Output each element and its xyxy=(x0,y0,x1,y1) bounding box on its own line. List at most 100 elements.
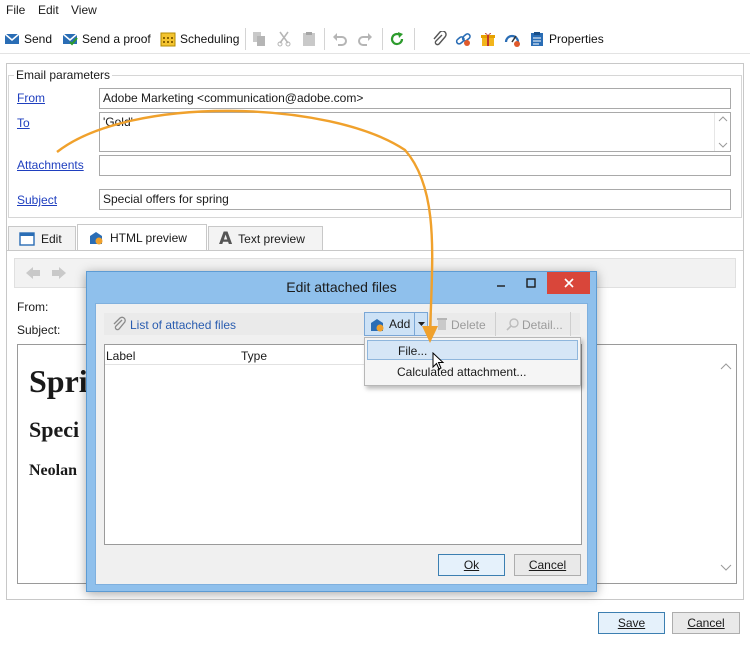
calendar-icon xyxy=(160,31,176,47)
menu-bar: File Edit View xyxy=(0,0,750,20)
back-arrow-icon[interactable] xyxy=(25,266,41,280)
from-link[interactable]: From xyxy=(17,91,45,105)
tab-text-preview-label: Text preview xyxy=(238,232,305,246)
tab-edit[interactable]: Edit xyxy=(8,226,76,251)
menu-edit[interactable]: Edit xyxy=(38,3,59,17)
magnifier-icon xyxy=(506,317,520,331)
paperclip-small-icon xyxy=(112,316,126,332)
envelope-icon xyxy=(4,31,20,47)
toolbar-separator xyxy=(495,312,496,336)
trash-icon xyxy=(436,317,448,331)
undo-icon xyxy=(332,31,348,47)
redo-button[interactable] xyxy=(357,28,373,50)
scissors-icon xyxy=(276,31,292,47)
tab-separator-line xyxy=(6,250,744,251)
column-label[interactable]: Label xyxy=(106,349,135,363)
subject-field[interactable]: Special offers for spring xyxy=(99,189,731,210)
to-field-value: 'Gold' xyxy=(103,115,133,129)
attachments-field[interactable] xyxy=(99,155,731,176)
ok-button-label: Ok xyxy=(463,558,480,572)
toolbar-separator xyxy=(570,312,571,336)
toolbar-separator xyxy=(324,28,325,50)
delete-button[interactable]: Delete xyxy=(451,318,486,332)
cut-button[interactable] xyxy=(276,28,292,50)
toolbar-separator xyxy=(414,28,415,50)
forward-arrow-icon[interactable] xyxy=(51,266,67,280)
clipboard-icon xyxy=(301,31,317,47)
add-dropdown-menu: File... Calculated attachment... xyxy=(364,337,581,386)
minimize-button[interactable] xyxy=(487,272,515,294)
from-field[interactable]: Adobe Marketing <communication@adobe.com… xyxy=(99,88,731,109)
analysis-button[interactable] xyxy=(504,28,520,50)
copy-button[interactable] xyxy=(251,28,267,50)
cancel-button-label: Cancel xyxy=(687,616,725,630)
text-font-icon: A xyxy=(219,229,233,249)
dialog-cancel-button[interactable]: Cancel xyxy=(514,554,581,576)
save-button-label: Save xyxy=(617,616,646,630)
close-button[interactable] xyxy=(547,272,590,294)
redo-icon xyxy=(357,31,373,47)
maximize-icon xyxy=(525,277,537,289)
refresh-button[interactable] xyxy=(389,28,405,50)
email-parameters-title: Email parameters xyxy=(14,68,113,82)
add-button-label: Add xyxy=(389,317,411,331)
menu-file[interactable]: File xyxy=(6,3,25,17)
properties-label: Properties xyxy=(549,32,604,46)
menu-item-calculated-attachment[interactable]: Calculated attachment... xyxy=(367,362,578,382)
clipboard-properties-icon xyxy=(529,31,545,47)
close-icon xyxy=(563,277,575,289)
mouse-cursor-icon xyxy=(432,352,445,370)
save-button[interactable]: Save xyxy=(598,612,665,634)
attach-button[interactable] xyxy=(431,28,447,50)
add-button[interactable]: Add xyxy=(364,312,428,336)
preview-heading-3: Neolan xyxy=(29,462,77,479)
to-link[interactable]: To xyxy=(17,116,30,130)
detail-button[interactable]: Detail... xyxy=(522,318,563,332)
tab-edit-label: Edit xyxy=(41,232,62,246)
to-field-scrollbar[interactable] xyxy=(714,113,730,151)
add-dropdown-arrow[interactable] xyxy=(414,313,427,335)
send-button[interactable]: Send xyxy=(4,28,52,50)
preview-heading-2: Speci xyxy=(29,417,80,442)
tab-html-preview-label: HTML preview xyxy=(110,231,187,245)
paperclip-icon xyxy=(431,31,447,47)
link-icon xyxy=(455,31,471,47)
toolbar-separator xyxy=(245,28,246,50)
undo-button[interactable] xyxy=(332,28,348,50)
gift-icon xyxy=(480,31,496,47)
offer-button[interactable] xyxy=(480,28,496,50)
preview-from-label: From: xyxy=(17,300,49,314)
send-proof-button[interactable]: Send a proof xyxy=(62,28,151,50)
menu-item-file[interactable]: File... xyxy=(367,340,578,360)
cancel-button[interactable]: Cancel xyxy=(672,612,740,634)
link-button[interactable] xyxy=(455,28,471,50)
scheduling-label: Scheduling xyxy=(180,32,240,46)
menu-view[interactable]: View xyxy=(71,3,97,17)
properties-button[interactable]: Properties xyxy=(529,28,604,50)
refresh-icon xyxy=(389,31,405,47)
toolbar-separator xyxy=(382,28,383,50)
preview-subject-label: Subject: xyxy=(17,323,61,337)
scheduling-button[interactable]: Scheduling xyxy=(160,28,239,50)
column-type[interactable]: Type xyxy=(241,349,267,363)
maximize-button[interactable] xyxy=(517,272,545,294)
minimize-icon xyxy=(495,277,507,289)
preview-scrollbar[interactable] xyxy=(716,345,736,583)
to-field[interactable]: 'Gold' xyxy=(99,112,731,152)
tab-text-preview[interactable]: A Text preview xyxy=(208,226,323,251)
paste-button[interactable] xyxy=(301,28,317,50)
attachments-link[interactable]: Attachments xyxy=(17,158,84,172)
list-of-attached-files-label: List of attached files xyxy=(130,318,237,332)
send-proof-label: Send a proof xyxy=(82,32,151,46)
ok-button[interactable]: Ok xyxy=(438,554,505,576)
tab-html-preview[interactable]: HTML preview xyxy=(77,224,207,251)
subject-link[interactable]: Subject xyxy=(17,193,57,207)
send-label: Send xyxy=(24,32,53,46)
toolbar: Send Send a proof Scheduling Properties xyxy=(0,24,750,54)
add-file-icon xyxy=(369,317,385,333)
window-icon xyxy=(19,232,35,246)
preview-heading-1: Spri xyxy=(29,363,88,399)
gauge-icon xyxy=(504,31,520,47)
dialog-cancel-button-label: Cancel xyxy=(528,558,567,572)
copy-icon xyxy=(251,31,267,47)
